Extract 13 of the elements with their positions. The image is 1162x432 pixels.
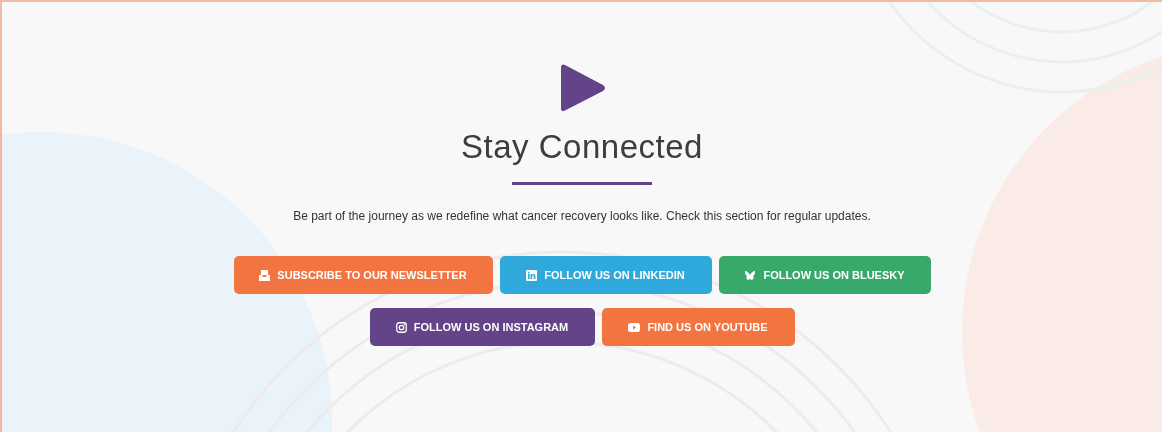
bluesky-button[interactable]: FOLLOW US ON BLUESKY	[718, 256, 931, 294]
inbox-icon	[259, 269, 271, 281]
youtube-icon	[628, 322, 641, 332]
play-icon	[561, 63, 607, 113]
newsletter-button[interactable]: SUBSCRIBE TO OUR NEWSLETTER	[233, 256, 493, 294]
youtube-button[interactable]: FIND US ON YOUTUBE	[601, 308, 795, 346]
linkedin-icon	[526, 269, 538, 281]
linkedin-button[interactable]: FOLLOW US ON LINKEDIN	[499, 256, 712, 294]
instagram-icon	[395, 321, 407, 333]
butterfly-icon	[744, 269, 757, 281]
instagram-button[interactable]: FOLLOW US ON INSTAGRAM	[369, 308, 595, 346]
section-title: Stay Connected	[461, 127, 703, 167]
description-text: Be part of the journey as we redefine what cancer recovery looks like. Check this section for regular updates.	[293, 208, 871, 224]
